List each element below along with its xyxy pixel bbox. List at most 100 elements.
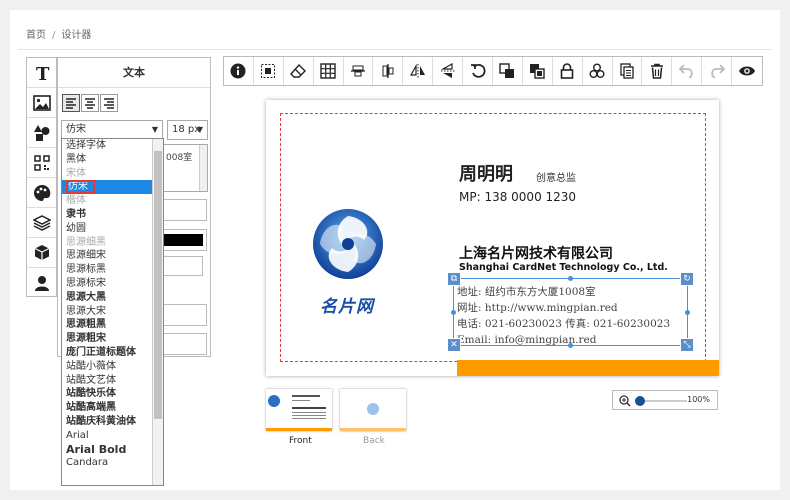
color-picker[interactable] bbox=[159, 229, 207, 251]
font-option[interactable]: 思源标黑 bbox=[62, 263, 163, 277]
textarea-scrollbar[interactable] bbox=[199, 145, 207, 191]
back-thumbnail[interactable] bbox=[340, 389, 406, 431]
thumbnail-logo bbox=[268, 395, 280, 407]
rotate-handle[interactable]: ↻ bbox=[680, 272, 694, 286]
flip-horizontal-icon bbox=[409, 63, 425, 78]
grid-button[interactable] bbox=[314, 57, 344, 85]
bring-forward-button[interactable] bbox=[493, 57, 523, 85]
send-backward-icon bbox=[530, 64, 546, 79]
font-dropdown-list[interactable]: 选择字体 黑体 宋体 仿宋 楷体 隶书 幼圆 思源细黑 思源细宋 思源标黑 思源… bbox=[61, 138, 164, 486]
font-option[interactable]: Arial Bold bbox=[62, 443, 163, 457]
font-option[interactable]: 思源细宋 bbox=[62, 249, 163, 263]
opacity-input[interactable] bbox=[159, 304, 207, 326]
qrcode-tool-button[interactable] bbox=[27, 148, 56, 178]
eraser-icon bbox=[290, 64, 307, 78]
card-phone[interactable]: MP: 138 0000 1230 bbox=[459, 190, 576, 204]
font-option[interactable]: 思源细黑 bbox=[62, 236, 163, 250]
group-icon bbox=[589, 63, 605, 78]
back-thumbnail-label[interactable]: Back bbox=[363, 436, 385, 446]
background-tool-button[interactable] bbox=[27, 178, 56, 208]
accent-bar[interactable] bbox=[457, 360, 719, 376]
info-button[interactable] bbox=[224, 57, 254, 85]
font-option[interactable]: 思源粗宋 bbox=[62, 332, 163, 346]
align-vertical-center-icon bbox=[351, 65, 365, 77]
chevron-down-icon: ▼ bbox=[196, 125, 203, 134]
rotate-button[interactable] bbox=[463, 57, 494, 85]
delete-button[interactable] bbox=[642, 57, 673, 85]
breadcrumb-home[interactable]: 首页 bbox=[26, 30, 46, 41]
brand-name[interactable]: 名片网 bbox=[320, 292, 374, 317]
lock-button[interactable] bbox=[553, 57, 583, 85]
font-option[interactable]: 站酷文艺体 bbox=[62, 374, 163, 388]
brand-logo-icon[interactable] bbox=[310, 206, 386, 282]
font-option[interactable]: 思源标宋 bbox=[62, 277, 163, 291]
font-option[interactable]: 站酷庆科黄油体 bbox=[62, 415, 163, 429]
font-option[interactable]: 思源粗黑 bbox=[62, 318, 163, 332]
align-center-button[interactable] bbox=[81, 94, 99, 112]
scrollbar-thumb[interactable] bbox=[154, 151, 162, 419]
font-size-select[interactable]: 18 px ▼ bbox=[167, 120, 208, 140]
font-option[interactable]: 思源大黑 bbox=[62, 291, 163, 305]
align-horizontal-center-button[interactable] bbox=[373, 57, 404, 85]
font-family-select[interactable]: 仿宋 ▼ bbox=[61, 120, 163, 140]
zoom-slider-knob[interactable] bbox=[635, 396, 645, 406]
card-person-name[interactable]: 周明明 bbox=[459, 160, 513, 186]
flip-horizontal-button[interactable] bbox=[403, 57, 434, 85]
redo-button[interactable] bbox=[702, 57, 733, 85]
zoom-in-icon[interactable] bbox=[619, 395, 631, 407]
front-thumbnail-label[interactable]: Front bbox=[289, 436, 312, 446]
align-left-button[interactable] bbox=[62, 94, 80, 112]
zoom-slider-track[interactable] bbox=[639, 400, 687, 402]
font-option[interactable]: 思源大宋 bbox=[62, 305, 163, 319]
font-option[interactable]: 隶书 bbox=[62, 208, 163, 222]
material-tool-button[interactable] bbox=[27, 238, 56, 268]
remove-handle[interactable]: ✕ bbox=[447, 338, 461, 352]
scale-handle[interactable]: ⤡ bbox=[680, 338, 694, 352]
select-frame-button[interactable] bbox=[254, 57, 284, 85]
image-tool-button[interactable] bbox=[27, 88, 56, 118]
flip-vertical-button[interactable] bbox=[433, 57, 464, 85]
duplicate-handle[interactable]: ⧉ bbox=[447, 272, 461, 286]
font-option[interactable]: 庞门正道标题体 bbox=[62, 346, 163, 360]
font-option[interactable]: 幼圆 bbox=[62, 222, 163, 236]
resize-handle[interactable] bbox=[568, 343, 573, 348]
card-company-name[interactable]: 上海名片网技术有限公司 bbox=[459, 243, 613, 263]
copy-button[interactable] bbox=[613, 57, 643, 85]
resize-handle[interactable] bbox=[451, 310, 456, 315]
align-vertical-center-button[interactable] bbox=[344, 57, 374, 85]
send-backward-button[interactable] bbox=[523, 57, 553, 85]
font-option[interactable]: 站酷高端黑 bbox=[62, 401, 163, 415]
letter-spacing-input[interactable] bbox=[159, 199, 207, 221]
undo-button[interactable] bbox=[672, 57, 703, 85]
font-option[interactable]: 站酷小薇体 bbox=[62, 360, 163, 374]
font-option-selected[interactable]: 仿宋 bbox=[62, 180, 163, 195]
text-content-input[interactable]: 008室 bbox=[162, 144, 208, 192]
group-button[interactable] bbox=[583, 57, 613, 85]
font-option[interactable]: 宋体 bbox=[62, 167, 163, 181]
card-person-role[interactable]: 创意总监 bbox=[536, 169, 576, 184]
font-option[interactable]: 楷体 bbox=[62, 194, 163, 208]
selection-box: ⧉ ↻ ✕ ⤡ bbox=[447, 272, 694, 352]
layers-tool-button[interactable] bbox=[27, 208, 56, 238]
font-option[interactable]: 站酷快乐体 bbox=[62, 387, 163, 401]
eraser-button[interactable] bbox=[284, 57, 314, 85]
user-tool-button[interactable] bbox=[27, 268, 56, 298]
font-option[interactable]: 选择字体 bbox=[62, 139, 163, 153]
preview-button[interactable] bbox=[732, 57, 762, 85]
business-card-canvas[interactable]: 名片网 周明明 创意总监 MP: 138 0000 1230 上海名片网技术有限… bbox=[266, 100, 719, 376]
line-height-input[interactable] bbox=[159, 256, 203, 276]
font-option[interactable]: 黑体 bbox=[62, 153, 163, 167]
resize-handle[interactable] bbox=[685, 310, 690, 315]
dropdown-scrollbar[interactable] bbox=[152, 139, 163, 485]
shape-tool-button[interactable] bbox=[27, 118, 56, 148]
shapes-icon bbox=[33, 124, 49, 141]
font-option[interactable]: Candara bbox=[62, 456, 163, 470]
card-company-english[interactable]: Shanghai CardNet Technology Co., Ltd. bbox=[459, 262, 668, 273]
text-tool-button[interactable]: T bbox=[27, 58, 56, 88]
front-thumbnail[interactable] bbox=[266, 389, 332, 431]
rotation-input[interactable] bbox=[159, 333, 207, 355]
font-option[interactable]: Arial bbox=[62, 429, 163, 443]
align-right-button[interactable] bbox=[100, 94, 118, 112]
resize-handle[interactable] bbox=[568, 276, 573, 281]
breadcrumb-current: 设计器 bbox=[61, 30, 92, 41]
